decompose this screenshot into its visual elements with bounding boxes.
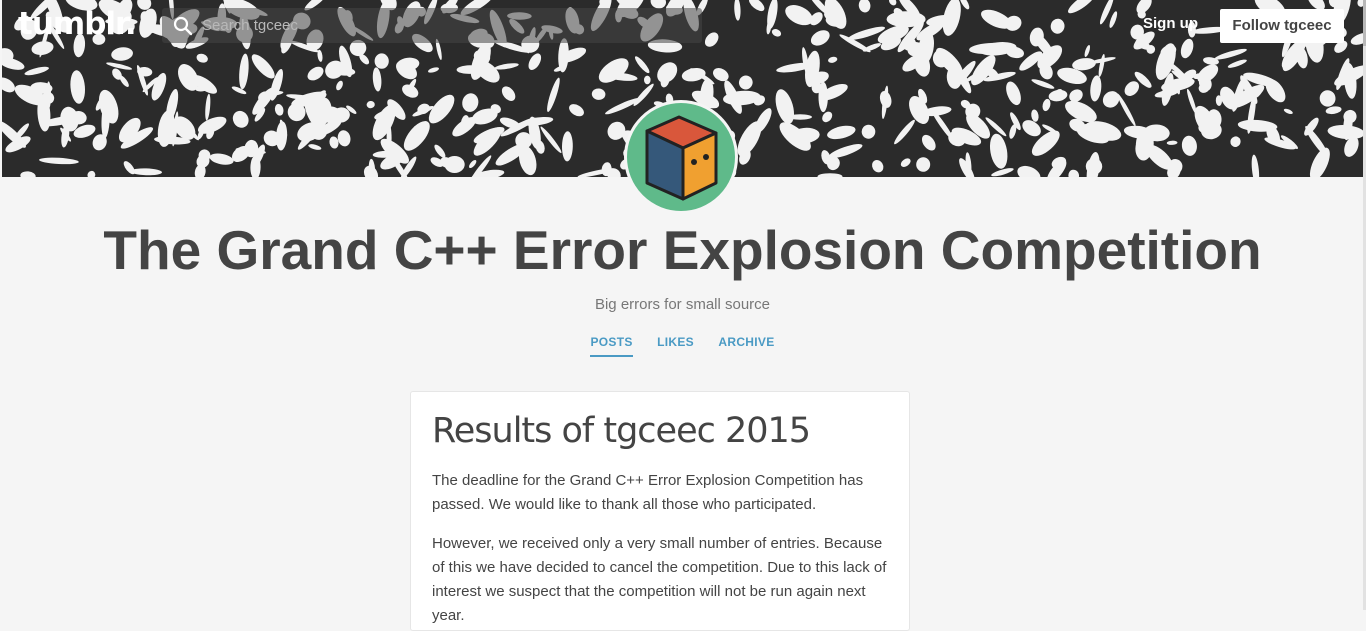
- nav-posts[interactable]: POSTS: [590, 335, 633, 357]
- signup-link[interactable]: Sign up: [1143, 15, 1198, 32]
- nav-likes[interactable]: LIKES: [657, 335, 694, 355]
- blog-nav: POSTS LIKES ARCHIVE: [2, 333, 1363, 357]
- post-paragraph: However, we received only a very small n…: [432, 535, 887, 624]
- post-paragraph: The deadline for the Grand C++ Error Exp…: [432, 472, 864, 513]
- blog-page: tumblr. Sign up Follow tgceec The Grand …: [2, 0, 1363, 631]
- search-input[interactable]: [202, 8, 682, 43]
- search-icon: [173, 16, 193, 36]
- post-card: Results of tgceec 2015 The deadline for …: [410, 391, 910, 631]
- blog-title: The Grand C++ Error Explosion Competitio…: [103, 219, 1262, 281]
- follow-button[interactable]: Follow tgceec: [1220, 9, 1344, 43]
- blog-description: Big errors for small source: [594, 296, 771, 313]
- post-title[interactable]: Results of tgceec 2015: [432, 411, 811, 451]
- blog-avatar[interactable]: [624, 100, 738, 214]
- tumblr-logo[interactable]: tumblr.: [18, 6, 137, 42]
- search-bar[interactable]: [162, 8, 702, 43]
- cube-avatar-icon: [645, 115, 718, 201]
- nav-archive[interactable]: ARCHIVE: [718, 335, 774, 355]
